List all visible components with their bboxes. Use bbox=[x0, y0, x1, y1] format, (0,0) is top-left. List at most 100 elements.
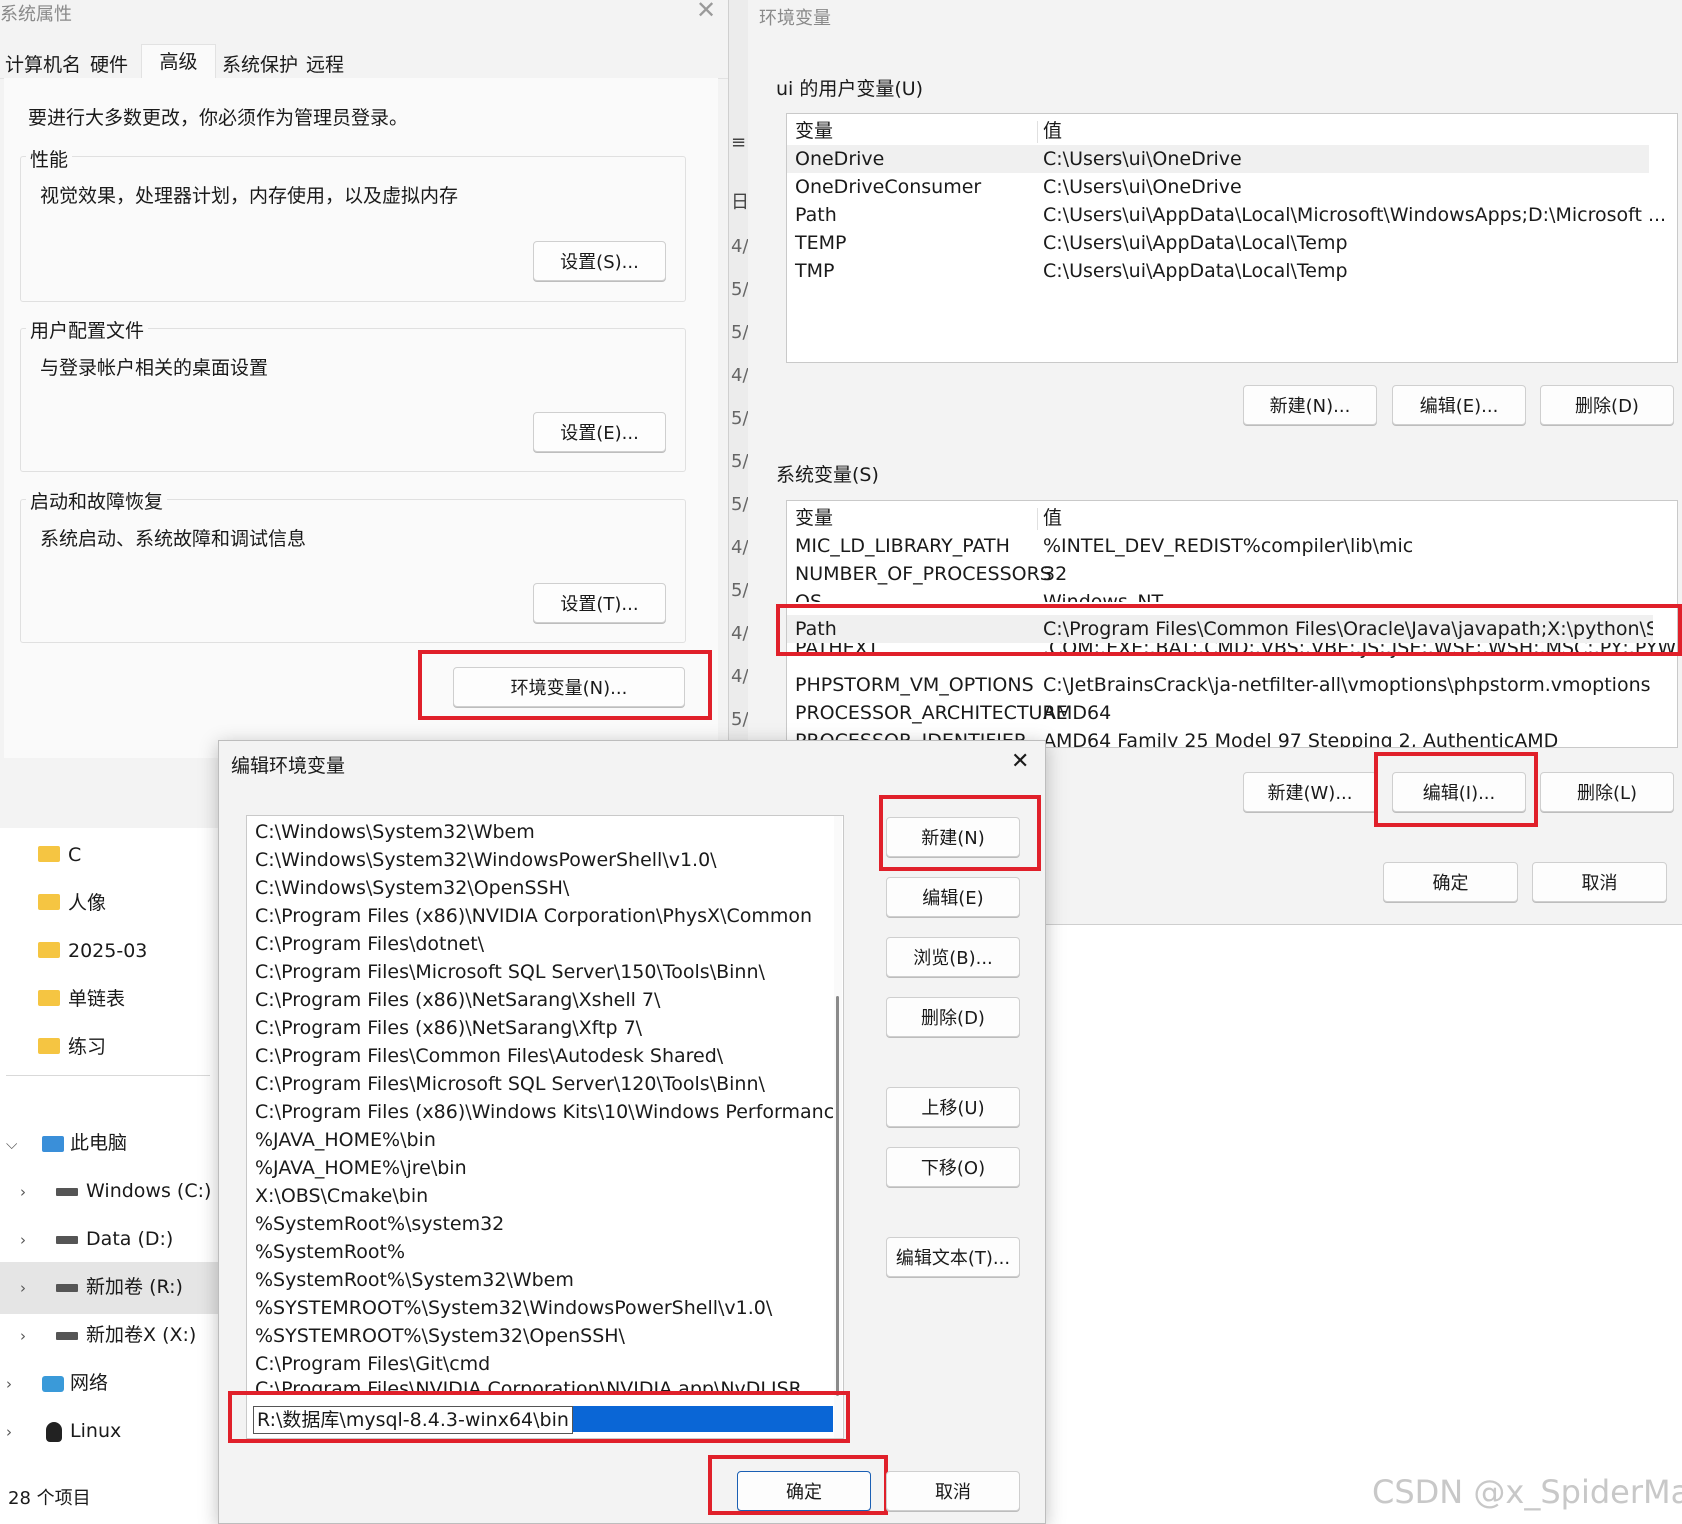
hidden-column-glyph: 5/ bbox=[731, 322, 749, 343]
list-item[interactable]: X:\OBS\Cmake\bin bbox=[247, 1182, 835, 1210]
drive-item[interactable]: › Windows (C:) bbox=[20, 1171, 211, 1211]
list-item[interactable]: C:\Program Files\Microsoft SQL Server\12… bbox=[247, 1070, 835, 1098]
list-item[interactable]: %SystemRoot%\system32 bbox=[247, 1210, 835, 1238]
list-item[interactable]: %SystemRoot% bbox=[247, 1238, 835, 1266]
folder-icon bbox=[38, 845, 60, 862]
quick-access-item[interactable]: C bbox=[38, 835, 81, 875]
column-header-value[interactable]: 值 bbox=[1043, 117, 1062, 145]
list-item[interactable]: C:\Program Files\NVIDIA Corporation\NVID… bbox=[247, 1378, 835, 1394]
tab-advanced[interactable]: 高级 bbox=[141, 44, 216, 79]
move-up-button[interactable]: 上移(U) bbox=[886, 1087, 1020, 1127]
chevron-right-icon[interactable]: › bbox=[20, 1172, 36, 1212]
chevron-right-icon[interactable]: › bbox=[20, 1220, 36, 1260]
list-item[interactable]: C:\Windows\System32\OpenSSH\ bbox=[247, 874, 835, 902]
user-new-button[interactable]: 新建(N)... bbox=[1243, 385, 1377, 425]
list-item[interactable]: %JAVA_HOME%\jre\bin bbox=[247, 1154, 835, 1182]
drive-item[interactable]: › Data (D:) bbox=[20, 1219, 173, 1259]
user-variables-label: ui 的用户变量(U) bbox=[776, 78, 924, 100]
list-item[interactable]: C:\Program Files (x86)\Windows Kits\10\W… bbox=[247, 1098, 835, 1126]
variable-name: PATHEXT bbox=[795, 643, 879, 659]
tab-remote[interactable]: 远程 bbox=[306, 50, 344, 77]
quick-access-item[interactable]: 2025-03 bbox=[38, 931, 147, 971]
new-entry-button[interactable]: 新建(N) bbox=[886, 817, 1020, 857]
browse-button[interactable]: 浏览(B)... bbox=[886, 937, 1020, 977]
cancel-button[interactable]: 取消 bbox=[886, 1471, 1020, 1511]
edit-text-button[interactable]: 编辑文本(T)... bbox=[886, 1237, 1020, 1277]
list-item[interactable]: C:\Program Files (x86)\NVIDIA Corporatio… bbox=[247, 902, 835, 930]
chevron-right-icon[interactable]: › bbox=[6, 1364, 22, 1404]
linux-item[interactable]: › Linux bbox=[6, 1411, 121, 1451]
status-bar-item-count: 28 个项目 bbox=[8, 1488, 91, 1509]
variable-value: .COM;.EXE;.BAT;.CMD;.VBS;.VBE;.JS;.JSE;.… bbox=[1043, 643, 1677, 659]
tab-hardware[interactable]: 硬件 bbox=[90, 50, 128, 77]
list-item[interactable]: C:\Program Files\dotnet\ bbox=[247, 930, 835, 958]
this-pc-item[interactable]: ⌵ 此电脑 bbox=[6, 1123, 127, 1163]
column-header-value[interactable]: 值 bbox=[1043, 504, 1062, 532]
list-item[interactable]: %JAVA_HOME%\bin bbox=[247, 1126, 835, 1154]
list-scrollbar[interactable] bbox=[834, 816, 842, 1438]
scrollbar-thumb[interactable] bbox=[836, 996, 839, 1396]
table-row[interactable]: PROCESSOR_ARCHITECTURE AMD64 bbox=[787, 699, 1677, 727]
item-label: 练习 bbox=[68, 1036, 107, 1058]
folder-icon bbox=[38, 893, 60, 910]
drive-item[interactable]: › 新加卷X (X:) bbox=[20, 1315, 196, 1355]
user-edit-button[interactable]: 编辑(E)... bbox=[1392, 385, 1526, 425]
tab-computer-name[interactable]: 计算机名 bbox=[5, 50, 81, 77]
ok-button[interactable]: 确定 bbox=[737, 1471, 871, 1511]
list-item[interactable]: C:\Program Files\Git\cmd bbox=[247, 1350, 835, 1378]
startup-settings-button[interactable]: 设置(T)... bbox=[533, 583, 666, 623]
drive-item-selected[interactable]: › 新加卷 (R:) bbox=[20, 1267, 183, 1307]
list-item[interactable]: C:\Program Files (x86)\NetSarang\Xftp 7\ bbox=[247, 1014, 835, 1042]
list-item[interactable]: C:\Windows\System32\WindowsPowerShell\v1… bbox=[247, 846, 835, 874]
path-edit-input[interactable]: R:\数据库\mysql-8.4.3-winx64\bin bbox=[253, 1406, 573, 1434]
list-item[interactable]: C:\Program Files (x86)\NetSarang\Xshell … bbox=[247, 986, 835, 1014]
chevron-right-icon[interactable]: › bbox=[20, 1316, 36, 1356]
table-row[interactable]: OneDriveConsumer C:\Users\ui\OneDrive bbox=[787, 173, 1677, 201]
table-row[interactable]: TMP C:\Users\ui\AppData\Local\Temp bbox=[787, 257, 1677, 285]
chevron-right-icon[interactable]: › bbox=[20, 1268, 36, 1308]
quick-access-item[interactable]: 练习 bbox=[38, 1027, 106, 1067]
table-row[interactable]: PHPSTORM_VM_OPTIONS C:\JetBrainsCrack\ja… bbox=[787, 671, 1677, 699]
quick-access-item[interactable]: 人像 bbox=[38, 883, 106, 923]
cancel-button[interactable]: 取消 bbox=[1532, 862, 1667, 902]
chevron-down-icon[interactable]: ⌵ bbox=[6, 1124, 22, 1164]
performance-settings-button[interactable]: 设置(S)... bbox=[533, 241, 666, 281]
tab-system-protection[interactable]: 系统保护 bbox=[222, 50, 298, 77]
editing-row-selection bbox=[555, 1406, 833, 1432]
list-item[interactable]: %SYSTEMROOT%\System32\WindowsPowerShell\… bbox=[247, 1294, 835, 1322]
hidden-column-glyph: 5/ bbox=[731, 709, 749, 730]
delete-entry-button[interactable]: 删除(D) bbox=[886, 997, 1020, 1037]
user-profile-settings-button[interactable]: 设置(E)... bbox=[533, 412, 666, 452]
chevron-right-icon[interactable]: › bbox=[6, 1412, 22, 1452]
user-delete-button[interactable]: 删除(D) bbox=[1540, 385, 1674, 425]
list-item[interactable]: C:\Windows\System32\Wbem bbox=[247, 818, 835, 846]
table-row[interactable]: OneDrive C:\Users\ui\OneDrive bbox=[787, 145, 1649, 173]
table-row[interactable]: NUMBER_OF_PROCESSORS 32 bbox=[787, 560, 1677, 588]
edit-entry-button[interactable]: 编辑(E) bbox=[886, 877, 1020, 917]
column-header-variable[interactable]: 变量 bbox=[795, 117, 833, 145]
list-item[interactable]: C:\Program Files\Microsoft SQL Server\15… bbox=[247, 958, 835, 986]
ok-button[interactable]: 确定 bbox=[1383, 862, 1518, 902]
list-item[interactable]: %SYSTEMROOT%\System32\OpenSSH\ bbox=[247, 1322, 835, 1350]
list-item[interactable]: C:\Program Files\Common Files\Autodesk S… bbox=[247, 1042, 835, 1070]
close-icon[interactable]: ✕ bbox=[1011, 749, 1029, 774]
item-label: C bbox=[68, 844, 82, 866]
drive-icon bbox=[56, 1331, 79, 1340]
table-row[interactable]: TEMP C:\Users\ui\AppData\Local\Temp bbox=[787, 229, 1677, 257]
network-item[interactable]: › 网络 bbox=[6, 1363, 108, 1403]
table-row[interactable]: Path C:\Users\ui\AppData\Local\Microsoft… bbox=[787, 201, 1677, 229]
environment-variables-button[interactable]: 环境变量(N)... bbox=[453, 667, 685, 707]
folder-icon bbox=[38, 941, 60, 958]
table-row[interactable]: PATHEXT .COM;.EXE;.BAT;.CMD;.VBS;.VBE;.J… bbox=[787, 643, 1677, 661]
system-delete-button[interactable]: 删除(L) bbox=[1540, 772, 1674, 812]
move-down-button[interactable]: 下移(O) bbox=[886, 1147, 1020, 1187]
system-edit-button[interactable]: 编辑(I)... bbox=[1392, 772, 1526, 812]
quick-access-item[interactable]: 单链表 bbox=[38, 979, 125, 1019]
list-item[interactable]: %SystemRoot%\System32\Wbem bbox=[247, 1266, 835, 1294]
table-row-selected[interactable]: Path C:\Program Files\Common Files\Oracl… bbox=[787, 615, 1653, 643]
table-row[interactable]: OS Windows_NT bbox=[787, 588, 1677, 602]
close-icon[interactable]: ✕ bbox=[696, 0, 716, 24]
table-row[interactable]: MIC_LD_LIBRARY_PATH %INTEL_DEV_REDIST%co… bbox=[787, 532, 1677, 560]
column-header-variable[interactable]: 变量 bbox=[795, 504, 833, 532]
system-new-button[interactable]: 新建(W)... bbox=[1243, 772, 1377, 812]
